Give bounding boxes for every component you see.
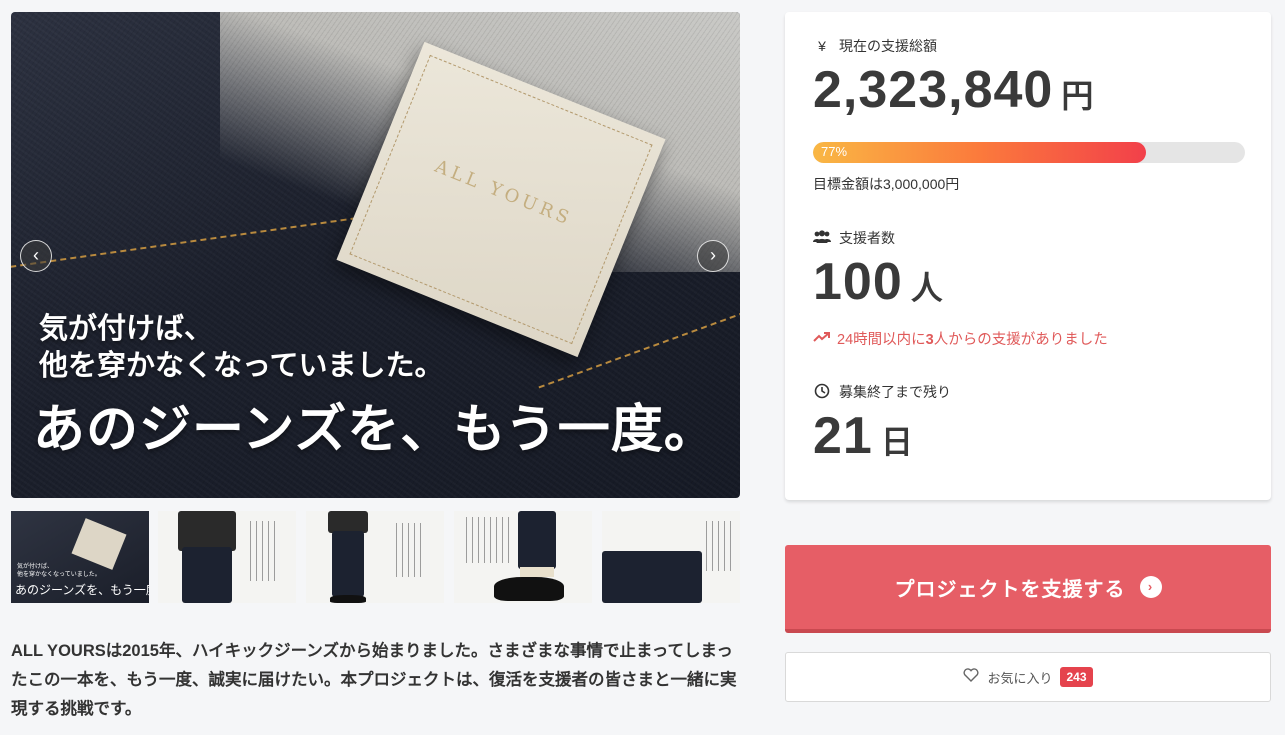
backers-label-row: 支援者数: [813, 228, 895, 248]
backers-value: 100: [813, 253, 903, 311]
carousel-next-button[interactable]: ›: [697, 240, 729, 272]
progress-percent: 77%: [821, 144, 848, 159]
progress-fill: [813, 142, 1146, 163]
favorite-label: お気に入り: [987, 670, 1053, 686]
backers-label: 支援者数: [839, 230, 895, 246]
amount-total: 2,323,840 円: [813, 60, 1093, 120]
yen-icon: ¥: [818, 38, 826, 54]
funding-stats-card: ¥ 現在の支援総額 2,323,840 円 77% 目標金額は3,000,000円…: [785, 12, 1271, 500]
thumbnail-5[interactable]: [602, 511, 740, 603]
hero-copy-sub: 気が付けば、 他を穿かなくなっていました。: [39, 310, 444, 384]
carousel-prev-button[interactable]: ‹: [20, 240, 52, 272]
support-button-label: プロジェクトを支援する: [894, 578, 1126, 601]
thumbnail-copy-line2: 他を穿かなくなっていました。: [17, 571, 101, 578]
remaining-unit: 日: [880, 424, 913, 460]
thumbnail-shoe: [494, 577, 564, 601]
thumbnail-strip: 気が付けば、 他を穿かなくなっていました。 あのジーンズを、もう一度。: [11, 511, 740, 603]
remaining-label: 募集終了まで残り: [839, 384, 951, 400]
project-description: ALL YOURSは2015年、ハイキックジーンズから始まりました。さまざまな事…: [11, 642, 737, 718]
goal-amount: 目標金額は3,000,000円: [813, 176, 960, 192]
remaining-label-row: 募集終了まで残り: [813, 382, 951, 402]
remaining-value: 21: [813, 407, 873, 465]
thumbnail-text-block: [250, 521, 280, 581]
remaining-total: 21 日: [813, 406, 913, 466]
patch-brand-text: ALL YOURS: [431, 155, 576, 231]
backers-total: 100 人: [813, 252, 943, 312]
thumbnail-copy-line1: 気が付けば、: [17, 563, 54, 570]
thumbnail-jeans: [332, 531, 364, 597]
thumbnail-text-block: [466, 517, 514, 563]
thumbnail-1[interactable]: 気が付けば、 他を穿かなくなっていました。 あのジーンズを、もう一度。: [11, 511, 149, 603]
support-project-button[interactable]: プロジェクトを支援する ›: [785, 545, 1271, 633]
hero-copy-line1: 気が付けば、: [39, 311, 214, 345]
trend-count: 3: [925, 332, 934, 348]
thumbnail-shoe: [330, 595, 366, 603]
thumbnail-shirt: [178, 511, 236, 551]
clock-icon: [813, 383, 831, 402]
thumbnail-copy-main: あのジーンズを、もう一度。: [15, 583, 149, 597]
thumbnail-text-block: [396, 523, 426, 577]
amount-label-row: ¥ 現在の支援総額: [813, 36, 937, 56]
thumbnail-shirt: [328, 511, 368, 533]
funding-progress-bar: 77%: [813, 142, 1245, 163]
thumbnail-text-block: [706, 521, 736, 571]
heart-icon: [963, 668, 979, 686]
hero-copy-line2: 他を穿かなくなっていました。: [39, 348, 444, 382]
users-icon: [813, 229, 831, 247]
recent-backers-notice: 24時間以内に3人からの支援がありました: [813, 328, 1108, 349]
amount-unit: 円: [1061, 78, 1094, 114]
thumbnail-jeans: [518, 511, 556, 569]
thumbnail-jeans: [602, 551, 702, 603]
thumbnail-3[interactable]: [306, 511, 444, 603]
project-main-image: ALL YOURS 気が付けば、 他を穿かなくなっていました。 あのジーンズを、…: [11, 12, 740, 498]
chevron-right-icon: ›: [1139, 576, 1162, 598]
favorite-count-badge: 243: [1060, 667, 1093, 687]
trend-suffix: 人からの支援がありました: [933, 332, 1108, 348]
thumbnail-2[interactable]: [158, 511, 296, 603]
thumbnail-copy: 気が付けば、 他を穿かなくなっていました。: [17, 563, 101, 579]
thumbnail-jeans: [182, 547, 232, 603]
hero-copy-main: あのジーンズを、もう一度。: [33, 399, 717, 460]
amount-value: 2,323,840: [813, 61, 1054, 119]
thumbnail-4[interactable]: [454, 511, 592, 603]
trending-up-icon: [813, 331, 831, 347]
thumbnail-cuff: [520, 567, 554, 577]
favorite-button[interactable]: お気に入り 243: [785, 652, 1271, 702]
backers-unit: 人: [910, 270, 943, 306]
amount-label: 現在の支援総額: [839, 38, 937, 54]
trend-prefix: 24時間以内に: [837, 332, 926, 348]
